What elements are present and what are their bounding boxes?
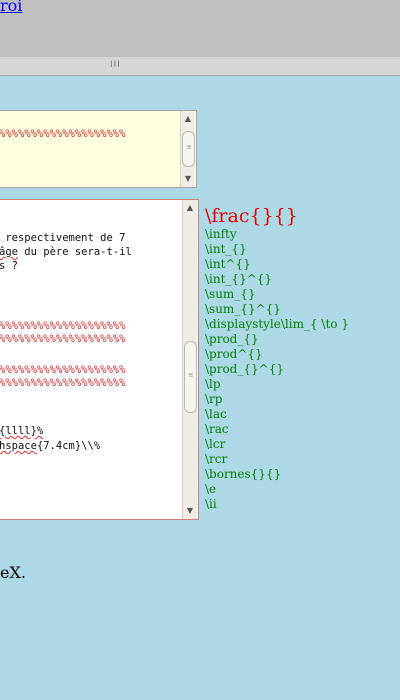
vertical-scrollbar[interactable]: ▲ ≡ ▼ xyxy=(180,111,195,187)
command-item[interactable]: \prod^{} xyxy=(205,347,349,362)
command-item[interactable]: \lac xyxy=(205,407,349,422)
misspelled-word: hspace xyxy=(0,440,37,452)
command-item[interactable]: \prod_{}^{} xyxy=(205,362,349,377)
splitter-grip-icon: III xyxy=(110,60,121,70)
command-item[interactable]: \lcr xyxy=(205,437,349,452)
preamble-textarea[interactable]: %%%%%%%%%%%%%%%%%%%% ▲ ≡ ▼ xyxy=(0,110,197,188)
scroll-thumb[interactable]: ≡ xyxy=(184,341,197,413)
panel-splitter[interactable]: III xyxy=(0,56,400,76)
textarea-line: hspace{7.4cm}\\% xyxy=(0,441,100,452)
command-item[interactable]: \rcr xyxy=(205,452,349,467)
thumb-grip-icon: ≡ xyxy=(188,371,194,379)
command-item[interactable]: \sum_{}^{} xyxy=(205,302,349,317)
thumb-grip-icon: ≡ xyxy=(186,143,192,151)
command-item[interactable]: \rp xyxy=(205,392,349,407)
top-panel: roi III xyxy=(0,0,400,76)
command-item[interactable]: \e xyxy=(205,482,349,497)
textarea-line: %%%%%%%%%%%%%%%%%%%% xyxy=(0,377,126,389)
textarea-line-rest: du père sera-t-il xyxy=(17,246,132,258)
command-frac[interactable]: \frac{}{} xyxy=(205,205,349,227)
command-item[interactable]: \infty xyxy=(205,227,349,242)
textarea-line-rest: {7.4cm}\\% xyxy=(36,440,101,452)
source-textarea[interactable]: respectivement de 7 âge du père sera-t-i… xyxy=(0,199,199,520)
textarea-line: âge du père sera-t-il xyxy=(0,247,132,258)
textarea-line: s ? xyxy=(0,260,18,272)
textarea-line: %%%%%%%%%%%%%%%%%%%% xyxy=(0,333,126,345)
command-item[interactable]: \int_{}^{} xyxy=(205,272,349,287)
command-item[interactable]: \ii xyxy=(205,497,349,512)
command-item[interactable]: \int^{} xyxy=(205,257,349,272)
scroll-down-icon[interactable]: ▼ xyxy=(181,172,195,186)
scroll-up-icon[interactable]: ▲ xyxy=(181,112,195,126)
command-item[interactable]: \displaystyle\lim_{ \to } xyxy=(205,317,349,332)
scroll-up-icon[interactable]: ▲ xyxy=(183,201,197,215)
command-item[interactable]: \sum_{} xyxy=(205,287,349,302)
top-link[interactable]: roi xyxy=(0,0,22,15)
textarea-line: %%%%%%%%%%%%%%%%%%%% xyxy=(0,128,126,140)
textarea-line: respectivement de 7 xyxy=(0,232,126,244)
textarea-line: %%%%%%%%%%%%%%%%%%%% xyxy=(0,364,126,376)
textarea-line: %%%%%%%%%%%%%%%%%%%% xyxy=(0,320,126,332)
misspelled-word: âge xyxy=(0,246,18,258)
scroll-down-icon[interactable]: ▼ xyxy=(183,504,197,518)
latex-command-list: \frac{}{} \infty \int_{} \int^{} \int_{}… xyxy=(205,205,349,512)
vertical-scrollbar[interactable]: ▲ ≡ ▼ xyxy=(182,200,197,519)
command-item[interactable]: \lp xyxy=(205,377,349,392)
command-item[interactable]: \bornes{}{} xyxy=(205,467,349,482)
footer-text: eX. xyxy=(0,563,26,582)
scroll-thumb[interactable]: ≡ xyxy=(182,131,195,167)
command-item[interactable]: \rac xyxy=(205,422,349,437)
command-item[interactable]: \int_{} xyxy=(205,242,349,257)
command-item[interactable]: \prod_{} xyxy=(205,332,349,347)
textarea-line: {llll}% xyxy=(0,426,43,437)
misspelled-word: {llll}% xyxy=(0,425,44,437)
